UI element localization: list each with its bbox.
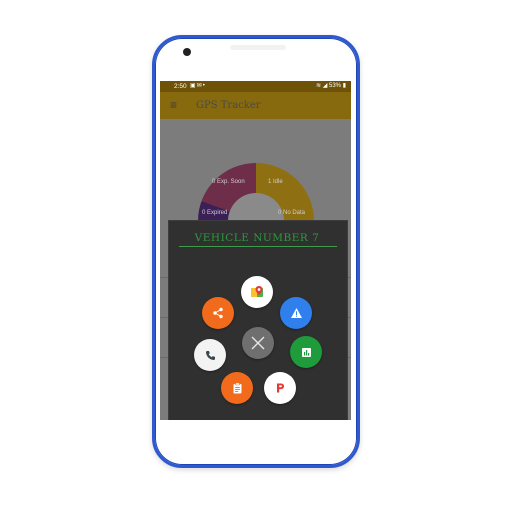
notification-icons: ▣✉• <box>190 81 206 92</box>
map-pin-icon <box>251 286 263 297</box>
clipboard-button[interactable] <box>221 372 253 404</box>
front-camera <box>183 48 191 56</box>
status-time: 2:50 <box>174 83 187 90</box>
call-button[interactable] <box>194 339 226 371</box>
wifi-icon: ≋ <box>316 83 322 89</box>
app-title: GPS Tracker <box>196 100 261 111</box>
parking-icon <box>277 383 284 393</box>
dot-icon: • <box>202 83 206 89</box>
battery-icon: ▮ <box>342 83 346 89</box>
vehicle-action-dialog: VEHICLE NUMBER 7 <box>168 220 348 420</box>
status-bar: 2:50 ▣✉• ≋ ◢ 53% ▮ <box>160 81 351 92</box>
report-button[interactable] <box>290 336 322 368</box>
image-icon: ▣ <box>190 83 197 89</box>
dialog-title: VEHICLE NUMBER 7 <box>194 232 320 244</box>
phone-screen: 2:50 ▣✉• ≋ ◢ 53% ▮ ≡ GPS Tracker 0 Exp. … <box>160 81 351 420</box>
segment-label-expired: 0 Expired <box>202 210 228 216</box>
segment-label-no-data: 0 No Data <box>278 210 306 216</box>
share-button[interactable] <box>202 297 234 329</box>
warning-icon <box>290 308 302 318</box>
close-icon <box>251 336 265 350</box>
clipboard-icon <box>233 382 241 394</box>
parking-button[interactable] <box>264 372 296 404</box>
phone-frame: 2:50 ▣✉• ≋ ◢ 53% ▮ ≡ GPS Tracker 0 Exp. … <box>152 35 360 468</box>
earpiece-speaker <box>230 45 286 50</box>
signal-icon: ◢ <box>322 83 328 89</box>
report-icon <box>301 347 311 357</box>
map-location-button[interactable] <box>241 276 273 308</box>
hamburger-menu-icon[interactable]: ≡ <box>170 98 177 112</box>
share-icon <box>213 307 223 319</box>
segment-label-exp-soon: 0 Exp. Soon <box>212 179 245 185</box>
close-menu-button[interactable] <box>242 327 274 359</box>
phone-icon <box>205 350 215 360</box>
segment-label-idle: 1 Idle <box>268 179 283 185</box>
title-divider <box>179 246 337 247</box>
battery-level: 53% <box>329 83 342 89</box>
status-right: ≋ ◢ 53% ▮ <box>316 81 346 92</box>
app-bar: ≡ GPS Tracker <box>160 92 351 119</box>
alert-button[interactable] <box>280 297 312 329</box>
